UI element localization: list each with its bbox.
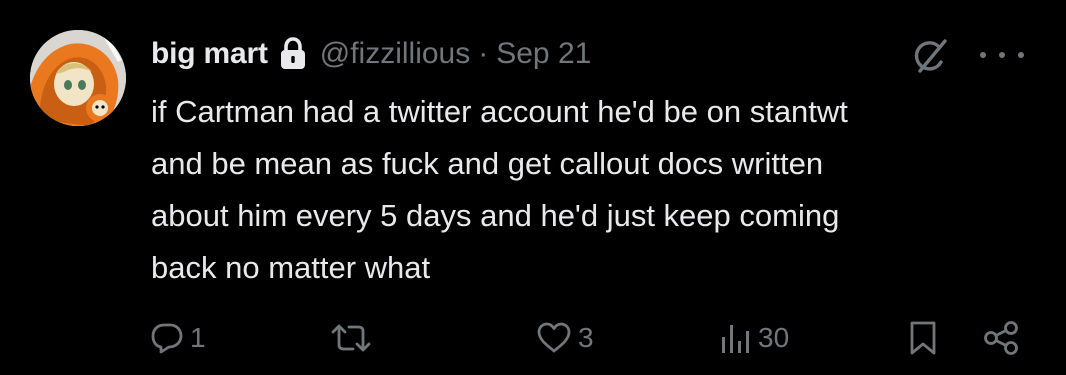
views-button[interactable]: 30	[718, 314, 789, 362]
more-icon[interactable]	[980, 44, 1024, 66]
avatar-image	[30, 30, 126, 126]
separator-dot: ·	[478, 37, 489, 70]
tweet[interactable]: big mart @fizzillious · Sep 21 if Cartma…	[0, 0, 1066, 375]
views-icon	[722, 325, 749, 353]
share-icon	[984, 321, 1018, 355]
lock-icon	[278, 37, 308, 71]
tweet-header: big mart @fizzillious · Sep 21	[151, 34, 591, 74]
reply-count: 1	[190, 322, 206, 353]
action-bar: 1 3 30	[150, 314, 1030, 362]
display-name[interactable]: big mart	[151, 37, 268, 71]
tweet-date[interactable]: Sep 21	[496, 37, 591, 71]
reply-icon	[151, 323, 183, 354]
retweet-icon	[331, 324, 371, 352]
like-count: 3	[578, 322, 594, 353]
like-button[interactable]: 3	[536, 314, 594, 362]
reply-button[interactable]: 1	[150, 314, 206, 362]
user-handle[interactable]: @fizzillious	[320, 37, 470, 71]
bookmark-icon	[910, 321, 936, 355]
tweet-text: if Cartman had a twitter account he'd be…	[151, 94, 848, 285]
avatar[interactable]	[30, 30, 126, 126]
views-count: 30	[758, 322, 790, 353]
retweet-button[interactable]	[330, 314, 378, 362]
bookmark-button[interactable]	[908, 314, 938, 362]
grok-icon[interactable]	[912, 38, 948, 74]
heart-icon	[537, 322, 571, 353]
share-button[interactable]	[982, 314, 1020, 362]
